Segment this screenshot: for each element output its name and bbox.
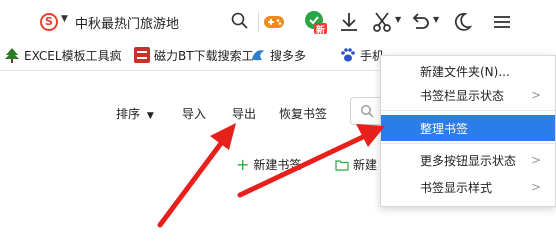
sort-label: 排序: [116, 107, 141, 121]
download-icon[interactable]: [337, 10, 361, 34]
chevron-down-icon[interactable]: ▼: [395, 15, 401, 24]
bookmark-label: EXCEL模板工具疯: [24, 48, 122, 63]
restore-bookmarks-button[interactable]: 恢复书签: [279, 105, 327, 122]
moon-icon[interactable]: [450, 10, 474, 34]
menu-icon[interactable]: [490, 10, 514, 34]
caret-down-icon: ▼: [146, 111, 154, 121]
menu-item-label: 书签栏显示状态: [420, 88, 505, 103]
menu-item-new-folder[interactable]: 新建文件夹(N)...: [381, 58, 555, 84]
plus-icon: +: [236, 154, 250, 174]
bookmark-label: 搜多多: [270, 48, 307, 63]
menu-item-label: 新建文件夹(N)...: [420, 64, 510, 79]
chevron-down-icon[interactable]: ▼: [433, 15, 439, 24]
chevron-down-icon[interactable]: ▼: [61, 14, 68, 24]
export-button[interactable]: 导出: [232, 105, 256, 122]
bookmark-bt-search[interactable]: 磁力BT下载搜索工: [134, 46, 254, 64]
menu-item-organize-bookmarks[interactable]: 整理书签: [381, 115, 555, 141]
menu-item-more-button-state[interactable]: 更多按钮显示状态 >: [381, 147, 555, 173]
chevron-right-icon: >: [530, 88, 541, 102]
import-button[interactable]: 导入: [182, 105, 206, 122]
new-bookmark-label: 新建书签: [253, 158, 302, 172]
tree-icon: [5, 48, 19, 63]
chevron-right-icon: >: [530, 153, 541, 167]
menu-item-label: 整理书签: [420, 121, 469, 136]
bookmark-mobile[interactable]: 手机: [340, 46, 384, 64]
search-icon: [360, 104, 374, 118]
scissors-icon[interactable]: [370, 10, 394, 34]
search-icon[interactable]: [230, 11, 250, 31]
new-bookmark-button[interactable]: + 新建书签: [236, 156, 301, 173]
paw-icon: [341, 48, 355, 62]
sort-button[interactable]: 排序 ▼: [116, 105, 154, 122]
folder-plus-icon: [335, 159, 349, 171]
bookmark-souduoduo[interactable]: 搜多多: [250, 46, 306, 64]
bookmark-search-input[interactable]: [350, 97, 384, 125]
menu-item-label: 更多按钮显示状态: [420, 153, 517, 168]
sogou-icon[interactable]: S: [40, 13, 58, 31]
chevron-right-icon: >: [530, 180, 541, 194]
menu-divider: [381, 143, 555, 144]
game-icon[interactable]: [262, 10, 286, 34]
undo-icon[interactable]: [408, 10, 432, 34]
toolbar-divider: [258, 12, 259, 32]
menu-divider: [381, 110, 555, 111]
arrow-to-export: [157, 123, 236, 228]
new-badge-text: 新: [316, 26, 326, 36]
new-folder-label: 新建: [353, 158, 378, 172]
menu-item-label: 书签显示样式: [420, 180, 493, 195]
new-folder-button[interactable]: 新建: [335, 156, 377, 173]
search-query-text[interactable]: 中秋最热门旅游地: [75, 13, 179, 32]
extension-icon[interactable]: 新: [304, 10, 328, 36]
bt-logo-icon: [134, 47, 150, 63]
bookmark-excel[interactable]: EXCEL模板工具疯: [4, 46, 122, 64]
menu-item-bookmark-display-style[interactable]: 书签显示样式 >: [381, 174, 555, 200]
bird-icon: [252, 50, 264, 61]
bookmark-label: 磁力BT下载搜索工: [154, 48, 254, 63]
menu-item-bar-display-state[interactable]: 书签栏显示状态 >: [381, 82, 555, 108]
